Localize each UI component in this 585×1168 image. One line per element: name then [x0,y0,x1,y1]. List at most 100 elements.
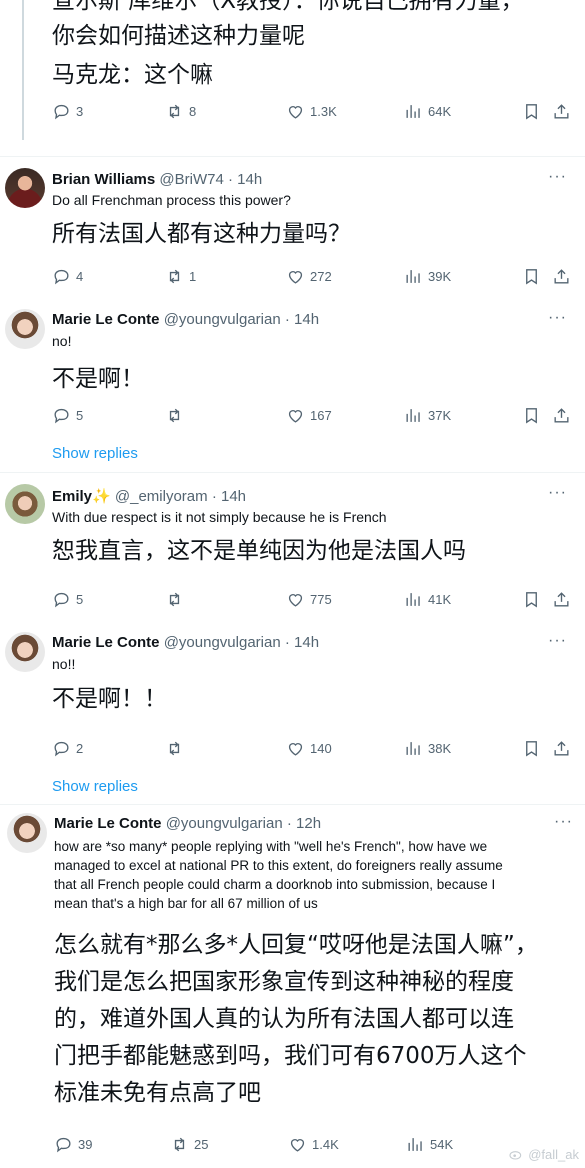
share-button[interactable] [552,737,571,759]
divider [0,156,585,157]
reply-icon [56,1137,71,1152]
bookmark-button[interactable] [522,737,541,759]
translation-line: 马克龙：这个嘛 [52,62,213,88]
more-icon[interactable]: ··· [548,168,567,186]
heart-icon [288,409,303,423]
reply-button[interactable]: 2 [52,737,83,759]
watermark-text: @fall_ak [528,1146,579,1162]
retweet-count: 25 [194,1136,209,1152]
reply-count: 2 [76,740,84,756]
display-name[interactable]: Marie Le Conte [52,311,160,328]
views-icon [406,104,420,118]
views-icon [406,741,420,755]
timestamp[interactable]: 14h [294,634,319,651]
action-bar: 5 775 41K [52,588,572,610]
user-handle[interactable]: @youngvulgarian [164,311,281,328]
retweet-icon [169,408,180,422]
thread-line [22,0,24,140]
share-button[interactable] [552,404,571,426]
timestamp-separator: · [284,634,290,651]
bookmark-button[interactable] [522,265,541,287]
retweet-count: 8 [189,103,197,119]
reply-icon [54,269,69,284]
user-handle[interactable]: @youngvulgarian [166,815,283,832]
user-handle[interactable]: @_emilyoram [115,488,208,505]
like-button[interactable]: 272 [286,265,332,287]
reply-button[interactable]: 5 [52,588,83,610]
views-icon [406,269,420,283]
views-count: 39K [428,268,452,284]
reply-count: 5 [76,591,84,607]
retweet-button[interactable]: 1 [165,265,196,287]
more-icon[interactable]: ··· [548,309,567,327]
views-icon [406,592,420,606]
show-replies-link[interactable]: Show replies [52,778,138,795]
views-button[interactable]: 38K [404,737,451,759]
action-bar: 39 25 1.4K 54K [54,1133,574,1155]
avatar[interactable] [5,168,45,208]
views-button[interactable]: 41K [404,588,451,610]
retweet-button[interactable] [165,404,189,426]
avatar[interactable] [7,813,47,853]
translation-line: 不是啊！！ [52,686,167,712]
watermark: @fall_ak [508,1146,579,1162]
heart-icon [288,742,303,756]
reply-button[interactable]: 3 [52,100,83,122]
user-handle[interactable]: @youngvulgarian [164,634,281,651]
bookmark-button[interactable] [522,100,541,122]
display-name[interactable]: Marie Le Conte [54,815,162,832]
retweet-icon [169,592,180,606]
show-replies-link[interactable]: Show replies [52,445,138,462]
views-button[interactable]: 54K [406,1133,453,1155]
views-count: 38K [428,740,452,756]
like-button[interactable]: 167 [286,404,332,426]
avatar[interactable] [5,309,45,349]
share-icon [554,103,569,119]
more-icon[interactable]: ··· [548,632,567,650]
tweet-text: no! [52,333,72,349]
display-name[interactable]: Brian Williams [52,171,155,188]
reply-count: 5 [76,407,84,423]
display-name[interactable]: Marie Le Conte [52,634,160,651]
retweet-button[interactable]: 8 [165,100,196,122]
like-button[interactable]: 775 [286,588,332,610]
avatar[interactable] [5,632,45,672]
timestamp[interactable]: 14h [237,171,262,188]
like-button[interactable]: 140 [286,737,332,759]
bookmark-button[interactable] [522,404,541,426]
more-icon[interactable]: ··· [548,484,567,502]
retweet-button[interactable] [165,588,189,610]
tweet-text: With due respect is it not simply becaus… [52,509,387,525]
heart-icon [288,593,303,607]
views-button[interactable]: 64K [404,100,451,122]
tweet-header: Marie Le Conte @youngvulgarian · 12h [54,815,321,832]
timestamp[interactable]: 12h [296,815,321,832]
like-count: 1.4K [312,1136,339,1152]
bookmark-button[interactable] [522,588,541,610]
timestamp[interactable]: 14h [294,311,319,328]
share-button[interactable] [552,588,571,610]
share-icon [554,407,569,423]
share-icon [554,591,569,607]
timestamp[interactable]: 14h [221,488,246,505]
more-icon[interactable]: ··· [554,813,573,831]
reply-button[interactable]: 39 [54,1133,92,1155]
weibo-icon [509,1151,522,1160]
views-icon [408,1137,422,1151]
reply-button[interactable]: 5 [52,404,83,426]
user-handle[interactable]: @BriW74 [159,171,223,188]
retweet-icon [174,1137,185,1151]
views-button[interactable]: 39K [404,265,451,287]
bookmark-icon [526,268,537,284]
display-name[interactable]: Emily [52,488,92,505]
reply-button[interactable]: 4 [52,265,83,287]
like-button[interactable]: 1.3K [286,100,337,122]
avatar[interactable] [5,484,45,524]
share-button[interactable] [552,265,571,287]
share-button[interactable] [552,100,571,122]
views-button[interactable]: 37K [404,404,451,426]
reply-icon [54,408,69,423]
like-button[interactable]: 1.4K [288,1133,339,1155]
retweet-button[interactable]: 25 [170,1133,208,1155]
retweet-button[interactable] [165,737,189,759]
